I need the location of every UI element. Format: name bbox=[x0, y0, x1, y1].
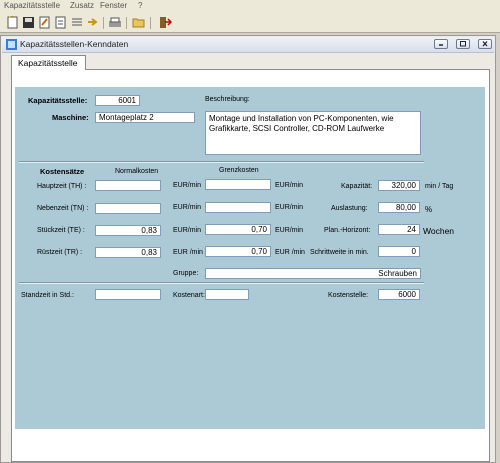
maximize-button[interactable] bbox=[456, 39, 470, 49]
kapazitaetsstelle-field[interactable]: 6001 bbox=[95, 95, 140, 106]
maschine-label: Maschine: bbox=[52, 113, 89, 122]
stueckzeit-grenz-unit: EUR/min bbox=[275, 227, 304, 234]
plan-horizont-field[interactable]: 24 bbox=[378, 224, 420, 235]
menu-bar: Kapazitätsstelle Zusatz Fenster ? bbox=[0, 0, 500, 15]
tab-label: Kapazitätsstelle bbox=[18, 58, 78, 68]
stueckzeit-label: Stückzeit (TE) : bbox=[37, 227, 85, 234]
exit-icon[interactable] bbox=[158, 16, 173, 29]
nebenzeit-normal-unit: EUR/min bbox=[173, 204, 202, 211]
auslastung-field[interactable]: 80,00 bbox=[378, 202, 420, 213]
beschreibung-label: Beschreibung: bbox=[205, 96, 250, 103]
menu-fenster[interactable]: Fenster bbox=[100, 1, 127, 10]
schrittweite-label: Schrittweite in min. bbox=[310, 249, 369, 256]
plan-horizont-unit: Wochen bbox=[423, 226, 455, 236]
standzeit-label: Standzeit in Std.: bbox=[21, 292, 74, 299]
form-panel: Kapazitätsstelle: 6001 Maschine: Montage… bbox=[15, 87, 485, 429]
beschreibung-field[interactable]: Montage und Installation von PC-Komponen… bbox=[205, 111, 421, 155]
kapazitaetsstelle-label: Kapazitätsstelle: bbox=[28, 96, 88, 105]
toolbar-separator bbox=[150, 17, 151, 29]
kostenstelle-field[interactable]: 6000 bbox=[378, 289, 420, 300]
stueckzeit-normal-field[interactable]: 0,83 bbox=[95, 225, 161, 236]
maschine-field[interactable]: Montageplatz 2 bbox=[95, 112, 195, 123]
print-icon[interactable] bbox=[108, 16, 122, 29]
toolbar bbox=[0, 14, 500, 33]
close-button[interactable] bbox=[478, 39, 492, 49]
edit-icon[interactable] bbox=[38, 16, 52, 29]
toolbar-separator bbox=[126, 17, 127, 29]
separator bbox=[19, 282, 424, 284]
new-icon[interactable] bbox=[6, 15, 20, 29]
auslastung-unit: % bbox=[425, 205, 433, 214]
kostenstelle-label: Kostenstelle: bbox=[328, 292, 369, 299]
window-titlebar[interactable]: Kapazitätsstellen-Kenndaten bbox=[2, 37, 494, 53]
kostensaetze-title: Kostensätze bbox=[40, 167, 85, 176]
kapazitaet-unit: min / Tag bbox=[425, 183, 454, 190]
stueckzeit-grenz-field[interactable]: 0,70 bbox=[205, 224, 271, 235]
nebenzeit-grenz-unit: EUR/min bbox=[275, 204, 304, 211]
ruestzeit-grenz-unit: EUR /min bbox=[275, 249, 305, 256]
nebenzeit-label: Nebenzeit (TN) : bbox=[37, 205, 89, 212]
toolbar-separator bbox=[103, 17, 104, 29]
menu-help[interactable]: ? bbox=[138, 1, 142, 10]
kostenart-label: Kostenart: bbox=[173, 292, 205, 299]
ruestzeit-normal-unit: EUR /min bbox=[173, 249, 203, 256]
menu-zusatz[interactable]: Zusatz bbox=[70, 1, 94, 10]
plan-horizont-label: Plan.-Horizont: bbox=[324, 227, 371, 234]
tab-kapazitaetsstelle[interactable]: Kapazitätsstelle bbox=[11, 55, 86, 70]
window-title: Kapazitätsstellen-Kenndaten bbox=[20, 39, 129, 49]
gruppe-label: Gruppe: bbox=[173, 270, 199, 277]
menu-kapazitaetsstelle[interactable]: Kapazitätsstelle bbox=[4, 1, 60, 10]
forward-icon[interactable] bbox=[86, 16, 100, 29]
document-icon[interactable] bbox=[54, 16, 68, 29]
save-icon[interactable] bbox=[22, 16, 36, 29]
kostenart-field[interactable] bbox=[205, 289, 249, 300]
normalkosten-header: Normalkosten bbox=[115, 168, 159, 175]
hauptzeit-label: Hauptzeit (TH) : bbox=[37, 183, 87, 190]
separator bbox=[19, 161, 424, 163]
schrittweite-field[interactable]: 0 bbox=[378, 246, 420, 257]
ruestzeit-normal-field[interactable]: 0,83 bbox=[95, 247, 161, 258]
open-folder-icon[interactable] bbox=[132, 16, 146, 29]
nebenzeit-normal-field[interactable] bbox=[95, 203, 161, 214]
ruestzeit-grenz-field[interactable]: 0,70 bbox=[205, 246, 271, 257]
kapazitaet-label: Kapazität: bbox=[341, 183, 373, 190]
hauptzeit-grenz-unit: EUR/min bbox=[275, 182, 304, 189]
stueckzeit-normal-unit: EUR/min bbox=[173, 227, 202, 234]
minimize-button[interactable] bbox=[434, 39, 448, 49]
list-icon[interactable] bbox=[70, 16, 84, 29]
gruppe-field[interactable]: Schrauben bbox=[205, 268, 421, 279]
kapazitaet-field[interactable]: 320,00 bbox=[378, 180, 420, 191]
hauptzeit-grenz-field[interactable] bbox=[205, 179, 271, 190]
ruestzeit-label: Rüstzeit (TR) : bbox=[37, 249, 83, 256]
window-app-icon bbox=[6, 39, 17, 50]
hauptzeit-normal-unit: EUR/min bbox=[173, 182, 202, 189]
auslastung-label: Auslastung: bbox=[331, 205, 368, 212]
nebenzeit-grenz-field[interactable] bbox=[205, 202, 271, 213]
grenzkosten-header: Grenzkosten bbox=[219, 167, 259, 174]
hauptzeit-normal-field[interactable] bbox=[95, 180, 161, 191]
standzeit-field[interactable] bbox=[95, 289, 161, 300]
